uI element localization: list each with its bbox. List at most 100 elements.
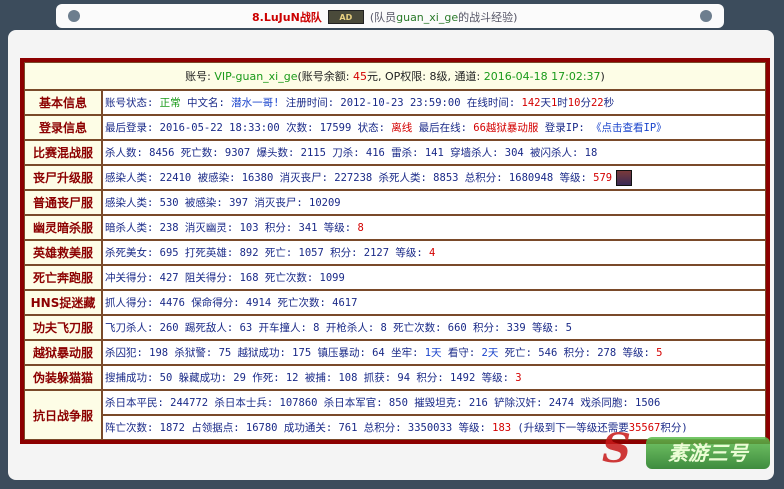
account-label: 账号: bbox=[185, 70, 215, 83]
stat-text: 搜捕成功: 50 躲藏成功: 29 作死: 12 被捕: 108 抓获: 94 … bbox=[105, 372, 516, 384]
row-values: 杀死美女: 695 打死英雄: 892 死亡: 1057 积分: 2127 等级… bbox=[102, 240, 766, 265]
stat-text: 账号状态: bbox=[105, 97, 160, 109]
row-label: HNS捉迷藏 bbox=[24, 290, 102, 315]
stat-text: 正常 bbox=[159, 97, 181, 109]
stat-row: 越狱暴动服 杀囚犯: 198 杀狱警: 75 越狱成功: 175 镇压暴动: 64… bbox=[24, 340, 766, 365]
row-values: 账号状态: 正常 中文名: 潜水一哥! 注册时间: 2012-10-23 23:… bbox=[102, 90, 766, 115]
stat-text: 10 bbox=[567, 97, 581, 109]
team-member-tag: 8.LuJuN bbox=[252, 10, 300, 24]
stat-text: 142 bbox=[521, 97, 541, 109]
stat-text: 分 bbox=[580, 97, 591, 109]
stat-row: 比赛混战服 杀人数: 8456 死亡数: 9307 爆头数: 2115 刀杀: 4… bbox=[24, 140, 766, 165]
stat-text: 感染人类: 22410 被感染: 16380 消灭丧尸: 227238 杀死人类… bbox=[105, 171, 594, 184]
stat-text: 2天 bbox=[481, 347, 499, 359]
stat-text: 冲关得分: 427 阻关得分: 168 死亡次数: 1099 bbox=[105, 272, 345, 284]
row-label: 死亡奔跑服 bbox=[24, 265, 102, 290]
stat-text[interactable]: 《点击查看IP》 bbox=[591, 122, 667, 134]
stat-row: 登录信息 最后登录: 2016-05-22 18:33:00 次数: 17599 … bbox=[24, 115, 766, 140]
title-description: (队员guan_xi_ge的战斗经验) bbox=[370, 9, 518, 25]
account-summary: 账号: VIP-guan_xi_ge(账号余额: 45元, OP权限: 8级, … bbox=[24, 62, 766, 90]
row-label: 抗日战争服 bbox=[24, 390, 102, 440]
stat-text: 66越狱暴动服 bbox=[473, 122, 539, 134]
member-name: guan_xi_ge bbox=[396, 11, 459, 24]
stat-row: 英雄救美服 杀死美女: 695 打死英雄: 892 死亡: 1057 积分: 21… bbox=[24, 240, 766, 265]
account-balance: 45 bbox=[353, 70, 367, 83]
desc-suffix: 的战斗经验) bbox=[458, 11, 518, 24]
stat-text: 最后在线: bbox=[412, 122, 474, 134]
row-values: 最后登录: 2016-05-22 18:33:00 次数: 17599 状态: … bbox=[102, 115, 766, 140]
account-id: VIP-guan_xi_ge bbox=[214, 70, 298, 83]
window-frame: 8.LuJuN 战队 AD (队员guan_xi_ge的战斗经验) 账号: VI… bbox=[0, 0, 784, 489]
stat-text: 杀死美女: 695 打死英雄: 892 死亡: 1057 积分: 2127 等级… bbox=[105, 247, 430, 259]
stat-text: 死亡: 546 积分: 278 等级: bbox=[498, 347, 657, 359]
stat-text: 22 bbox=[590, 97, 604, 109]
stat-text: 离线 bbox=[391, 122, 413, 134]
stat-row: 幽灵暗杀服 暗杀人类: 238 消灭幽灵: 103 积分: 341 等级: 8 bbox=[24, 215, 766, 240]
corner-decoration-left bbox=[68, 10, 80, 22]
row-values: 抓人得分: 4476 保命得分: 4914 死亡次数: 4617 bbox=[102, 290, 766, 315]
stat-text: 1天 bbox=[424, 347, 442, 359]
corner-decoration-right bbox=[700, 10, 712, 22]
stat-text: 3 bbox=[515, 372, 522, 384]
team-badge-icon: AD bbox=[327, 10, 364, 24]
row-values: 杀囚犯: 198 杀狱警: 75 越狱成功: 175 镇压暴动: 64 坐牢: … bbox=[102, 340, 766, 365]
stat-text: 抓人得分: 4476 保命得分: 4914 死亡次数: 4617 bbox=[105, 297, 358, 309]
team-label: 战队 bbox=[299, 11, 322, 24]
stat-text: 注册时间: 2012-10-23 23:59:00 在线时间: bbox=[279, 97, 522, 109]
stat-text: 杀日本平民: 244772 杀日本士兵: 107860 杀日本军官: 850 摧… bbox=[105, 397, 661, 409]
stat-row: 死亡奔跑服 冲关得分: 427 阻关得分: 168 死亡次数: 1099 bbox=[24, 265, 766, 290]
stat-row: 抗日战争服 杀日本平民: 244772 杀日本士兵: 107860 杀日本军官: … bbox=[24, 390, 766, 440]
row-values: 冲关得分: 427 阻关得分: 168 死亡次数: 1099 bbox=[102, 265, 766, 290]
row-values: 杀人数: 8456 死亡数: 9307 爆头数: 2115 刀杀: 416 雷杀… bbox=[102, 140, 766, 165]
row-label: 基本信息 bbox=[24, 90, 102, 115]
watermark-logo: S 素游三号 bbox=[596, 415, 776, 483]
op-label: 元, OP权限: bbox=[367, 70, 430, 83]
channel-label: 级, 通道: bbox=[436, 70, 484, 83]
row-values: 感染人类: 530 被感染: 397 消灭丧尸: 10209 bbox=[102, 190, 766, 215]
stat-row: 功夫飞刀服 飞刀杀人: 260 踢死敌人: 63 开车撞人: 8 开枪杀人: 8 … bbox=[24, 315, 766, 340]
stat-row: 丧尸升级服 感染人类: 22410 被感染: 16380 消灭丧尸: 227238… bbox=[24, 165, 766, 190]
row-values: 感染人类: 22410 被感染: 16380 消灭丧尸: 227238 杀死人类… bbox=[102, 165, 766, 190]
stat-text: 潜水一哥! bbox=[231, 97, 280, 109]
stat-text: 阵亡次数: 1872 占领据点: 16780 成功通关: 761 总积分: 33… bbox=[105, 422, 493, 434]
watermark-mark: S bbox=[602, 425, 631, 472]
account-close-paren: ) bbox=[600, 70, 605, 83]
stat-text: 杀人数: 8456 死亡数: 9307 爆头数: 2115 刀杀: 416 雷杀… bbox=[105, 147, 598, 159]
stat-text: 183 bbox=[492, 422, 512, 434]
row-label: 比赛混战服 bbox=[24, 140, 102, 165]
balance-label: (账号余额: bbox=[297, 70, 353, 83]
stat-row: HNS捉迷藏 抓人得分: 4476 保命得分: 4914 死亡次数: 4617 bbox=[24, 290, 766, 315]
row-label: 功夫飞刀服 bbox=[24, 315, 102, 340]
stat-text: 天 bbox=[540, 97, 551, 109]
stat-text: 8 bbox=[357, 222, 364, 234]
page-title: 8.LuJuN 战队 AD (队员guan_xi_ge的战斗经验) bbox=[252, 8, 517, 26]
account-row: 账号: VIP-guan_xi_ge(账号余额: 45元, OP权限: 8级, … bbox=[24, 62, 766, 90]
row-values: 搜捕成功: 50 躲藏成功: 29 作死: 12 被捕: 108 抓获: 94 … bbox=[102, 365, 766, 390]
row-label: 普通丧尸服 bbox=[24, 190, 102, 215]
row-label: 幽灵暗杀服 bbox=[24, 215, 102, 240]
stat-text: 最后登录: 2016-05-22 18:33:00 次数: 17599 状态: bbox=[105, 122, 392, 134]
desc-prefix: (队员 bbox=[369, 11, 397, 24]
stat-text: 时 bbox=[557, 97, 568, 109]
stat-row: 伪装躲猫猫 搜捕成功: 50 躲藏成功: 29 作死: 12 被捕: 108 抓获… bbox=[24, 365, 766, 390]
stat-text: 4 bbox=[429, 247, 436, 259]
row-label: 伪装躲猫猫 bbox=[24, 365, 102, 390]
stat-text: 杀囚犯: 198 杀狱警: 75 越狱成功: 175 镇压暴动: 64 坐牢: bbox=[105, 347, 425, 359]
row-values: 飞刀杀人: 260 踢死敌人: 63 开车撞人: 8 开枪杀人: 8 死亡次数:… bbox=[102, 315, 766, 340]
stat-text: 感染人类: 530 被感染: 397 消灭丧尸: 10209 bbox=[105, 197, 341, 209]
stat-row: 基本信息 账号状态: 正常 中文名: 潜水一哥! 注册时间: 2012-10-23… bbox=[24, 90, 766, 115]
rank-icon bbox=[616, 169, 633, 186]
row-values: 杀日本平民: 244772 杀日本士兵: 107860 杀日本军官: 850 摧… bbox=[102, 390, 766, 415]
stat-text: 暗杀人类: 238 消灭幽灵: 103 积分: 341 等级: bbox=[105, 222, 358, 234]
row-label: 越狱暴动服 bbox=[24, 340, 102, 365]
row-label: 登录信息 bbox=[24, 115, 102, 140]
row-label: 丧尸升级服 bbox=[24, 165, 102, 190]
stat-row: 普通丧尸服 感染人类: 530 被感染: 397 消灭丧尸: 10209 bbox=[24, 190, 766, 215]
account-date: 2016-04-18 17:02:37 bbox=[483, 70, 601, 83]
stat-text: 中文名: bbox=[180, 97, 232, 109]
stat-text: 飞刀杀人: 260 踢死敌人: 63 开车撞人: 8 开枪杀人: 8 死亡次数:… bbox=[105, 322, 572, 334]
stat-text: 579 bbox=[593, 171, 613, 184]
stat-text: 5 bbox=[656, 347, 663, 359]
op-level: 8 bbox=[429, 70, 437, 83]
stat-text: 看守: bbox=[441, 347, 482, 359]
